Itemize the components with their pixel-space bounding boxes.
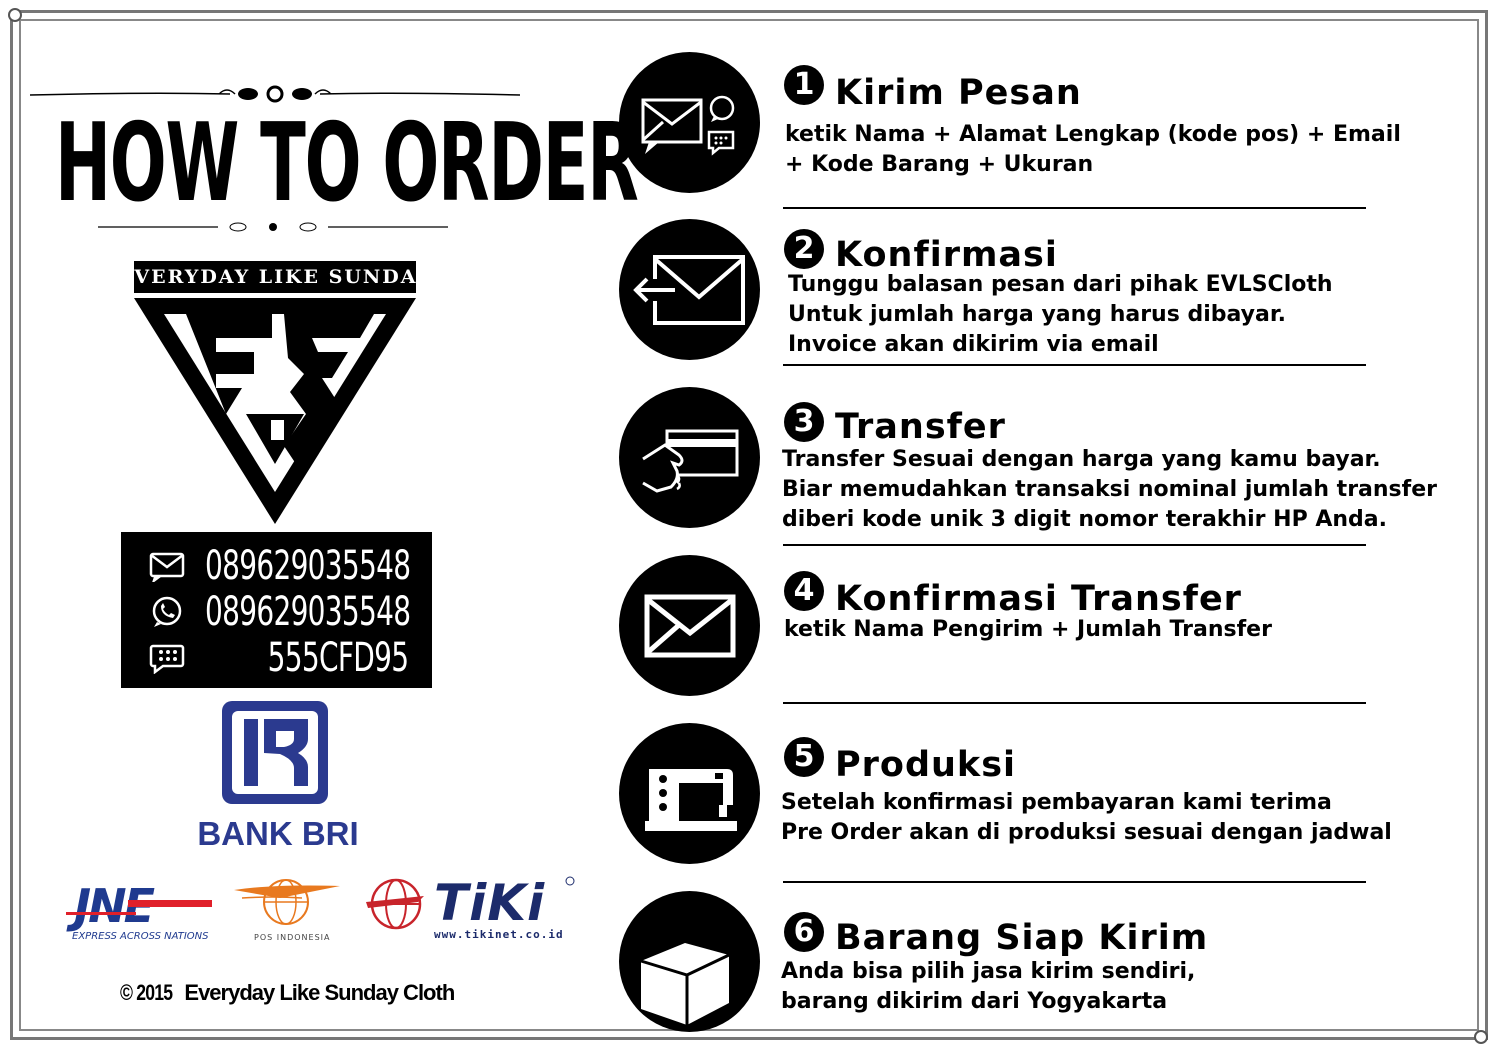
step-2-line: Untuk jumlah harga yang harus dibayar. <box>788 302 1286 327</box>
contact-row-bbm: 555CFD95 <box>121 636 432 680</box>
step-4-number: 4 <box>784 571 824 611</box>
step-divider <box>783 207 1366 209</box>
step-4-icon-circle <box>619 555 760 696</box>
step-6-title: Barang Siap Kirim <box>835 918 1209 958</box>
step-3-description: Transfer Sesuai dengan harga yang kamu b… <box>782 445 1437 535</box>
jne-logo: JNE EXPRESS ACROSS NATIONS <box>66 879 212 942</box>
step-divider <box>783 702 1366 704</box>
step-1-title: Kirim Pesan <box>835 73 1082 113</box>
step-1-line: ketik Nama + Alamat Lengkap (kode pos) +… <box>785 122 1401 147</box>
step-6-description: Anda bisa pilih jasa kirim sendiri, bara… <box>781 957 1195 1017</box>
step-2-description: Tunggu balasan pesan dari pihak EVLSClot… <box>788 270 1333 360</box>
bri-logo <box>222 701 328 804</box>
inbox-envelope-icon <box>633 255 745 325</box>
step-5-description: Setelah konfirmasi pembayaran kami terim… <box>781 788 1392 848</box>
corner-ornament <box>1474 1030 1488 1044</box>
evs-logo <box>134 298 416 524</box>
card-payment-icon <box>642 429 739 493</box>
contact-value[interactable]: 089629035548 <box>205 590 411 634</box>
step-2-line: Tunggu balasan pesan dari pihak EVLSClot… <box>788 272 1333 297</box>
step-2-icon-circle <box>619 219 760 360</box>
copyright-year: © 2015 <box>120 980 173 1005</box>
step-4-title: Konfirmasi Transfer <box>835 579 1242 619</box>
title-underline-ornament <box>98 222 448 232</box>
step-6-line: Anda bisa pilih jasa kirim sendiri, <box>781 959 1196 984</box>
step-6-line: barang dikirim dari Yogyakarta <box>781 989 1168 1014</box>
sms-icon <box>149 552 185 582</box>
page-title: HOW TO ORDER <box>55 101 639 226</box>
contact-row-sms: 089629035548 <box>121 544 432 588</box>
jne-tagline: EXPRESS ACROSS NATIONS <box>72 931 209 942</box>
contact-row-whatsapp: 089629035548 <box>121 590 432 634</box>
pos-indonesia-logo: POS INDONESIA <box>234 879 340 942</box>
tiki-url: www.tikinet.co.id <box>434 928 564 941</box>
step-4-line: ketik Nama Pengirim + Jumlah Transfer <box>784 617 1272 642</box>
step-4-description: ketik Nama Pengirim + Jumlah Transfer <box>784 615 1272 645</box>
envelope-icon <box>644 594 736 658</box>
corner-ornament <box>8 8 22 22</box>
message-icon <box>641 95 735 156</box>
contact-value[interactable]: 555CFD95 <box>240 636 436 680</box>
step-2-line: Invoice akan dikirim via email <box>788 332 1159 357</box>
step-1-number: 1 <box>784 65 824 105</box>
step-divider <box>783 544 1366 546</box>
pos-tagline: POS INDONESIA <box>254 933 331 942</box>
step-3-number: 3 <box>784 402 824 442</box>
bank-name: BANK BRI <box>197 815 359 852</box>
contact-box: 089629035548 089629035548 555CFD95 <box>121 532 432 688</box>
step-1-description: ketik Nama + Alamat Lengkap (kode pos) +… <box>785 120 1401 180</box>
step-3-line: Transfer Sesuai dengan harga yang kamu b… <box>782 447 1381 472</box>
contact-value[interactable]: 089629035548 <box>205 544 411 588</box>
step-5-line: Pre Order akan di produksi sesuai dengan… <box>781 820 1392 845</box>
whatsapp-icon <box>152 596 182 627</box>
brand-name-bar: EVERYDAY LIKE SUNDAY <box>118 261 430 293</box>
step-5-title: Produksi <box>835 745 1017 785</box>
sewing-machine-icon <box>645 769 737 831</box>
step-1-icon-circle <box>619 52 760 193</box>
svg-text:TiKi: TiKi <box>434 874 545 932</box>
tiki-logo: TiKi www.tikinet.co.id <box>366 874 575 941</box>
step-3-line: Biar memudahkan transaksi nominal jumlah… <box>782 477 1437 502</box>
step-6-number: 6 <box>784 912 824 952</box>
copyright: © 2015 Everyday Like Sunday Cloth <box>120 980 455 1006</box>
box-icon <box>640 943 730 1025</box>
copyright-text: Everyday Like Sunday Cloth <box>184 980 455 1005</box>
step-6-icon-circle <box>619 891 760 1032</box>
step-divider <box>783 364 1366 366</box>
step-1-line: + Kode Barang + Ukuran <box>785 152 1094 177</box>
bbm-icon <box>149 644 185 674</box>
step-5-icon-circle <box>619 723 760 864</box>
step-3-title: Transfer <box>835 407 1006 447</box>
step-5-number: 5 <box>784 737 824 777</box>
step-2-number: 2 <box>784 229 824 269</box>
step-2-title: Konfirmasi <box>835 235 1058 275</box>
step-divider <box>783 881 1366 883</box>
step-5-line: Setelah konfirmasi pembayaran kami terim… <box>781 790 1332 815</box>
step-3-line: diberi kode unik 3 digit nomor terakhir … <box>782 507 1387 532</box>
step-3-icon-circle <box>619 387 760 528</box>
